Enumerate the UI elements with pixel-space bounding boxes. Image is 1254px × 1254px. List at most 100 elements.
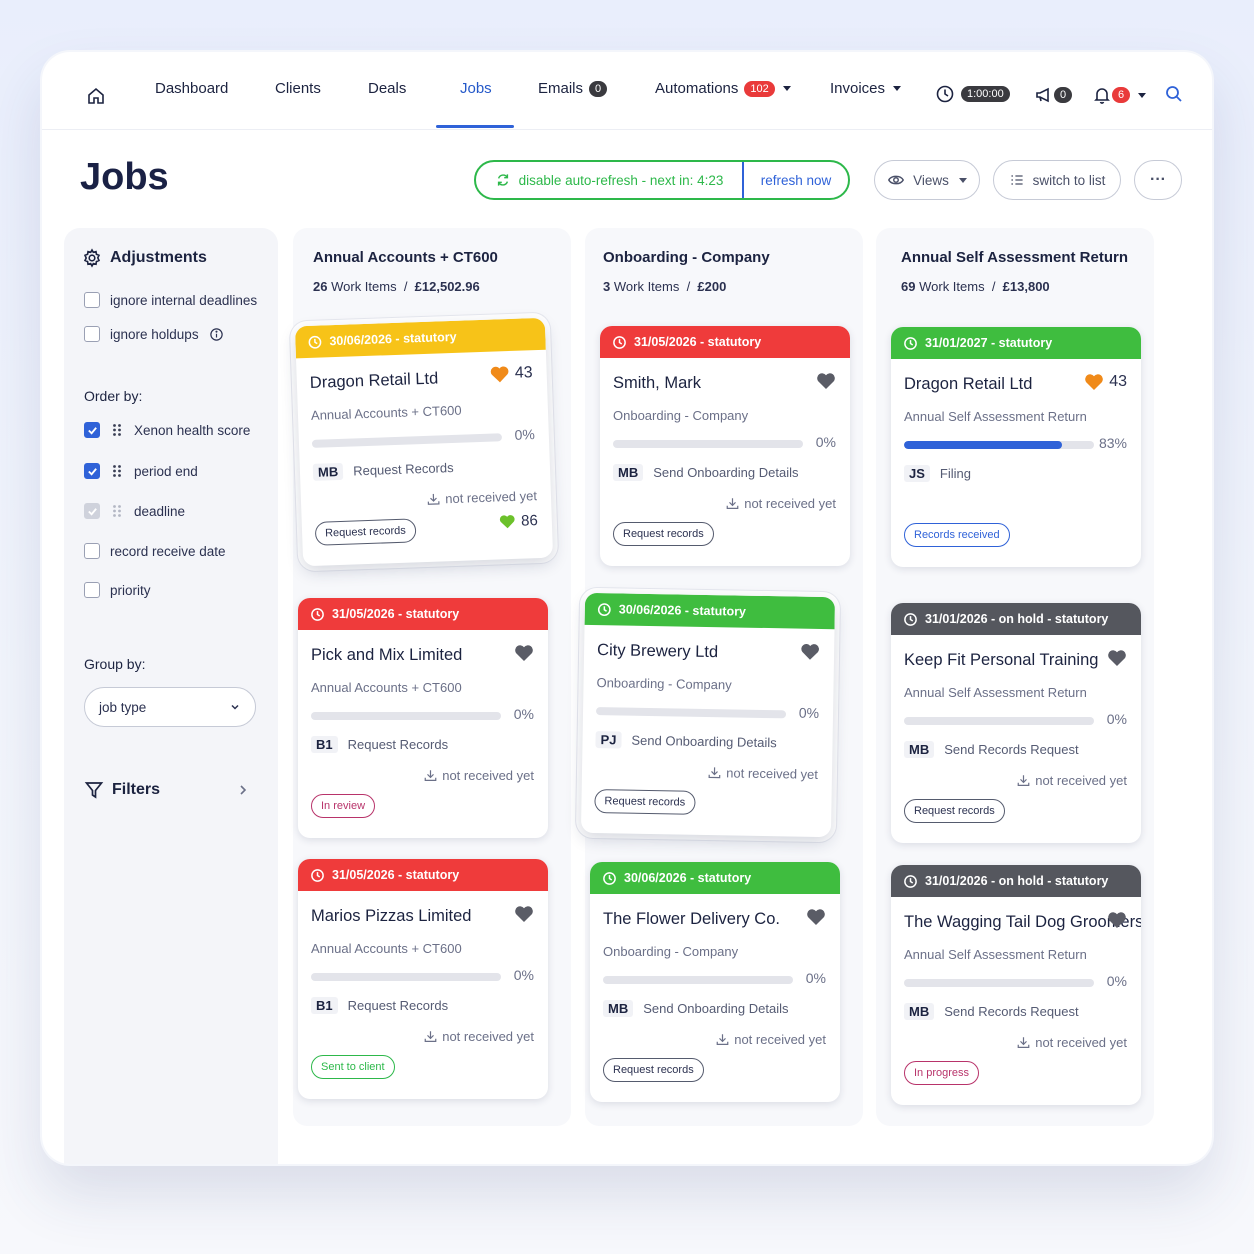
health-score: 43: [1109, 373, 1127, 390]
progress-percent: 0%: [815, 434, 836, 450]
nav-emails[interactable]: Emails 0: [538, 80, 608, 97]
group-by-select[interactable]: job type: [84, 687, 256, 727]
task-label: Send Onboarding Details: [653, 465, 799, 480]
order-label: deadline: [134, 503, 186, 519]
top-nav: Dashboard Clients Deals Jobs Emails 0 Aut…: [42, 52, 1212, 130]
checkbox-checked[interactable]: [84, 463, 100, 479]
order-label: record receive date: [110, 543, 226, 559]
home-icon[interactable]: [86, 86, 106, 106]
job-card[interactable]: 31/01/2027 - statutory Dragon Retail Ltd 4…: [891, 327, 1141, 567]
client-name: City Brewery Ltd: [596, 641, 719, 662]
job-card[interactable]: 30/06/2026 - statutory The Flower Deliver…: [590, 862, 840, 1102]
deadline-label: 31/01/2026 - on hold - statutory: [925, 874, 1109, 888]
deadline-label: 31/05/2026 - statutory: [634, 335, 762, 349]
drag-handle-icon[interactable]: [112, 464, 122, 478]
job-card[interactable]: 31/01/2026 - on hold - statutory Keep Fit…: [891, 603, 1141, 843]
progress-bar: [311, 973, 501, 981]
clock-icon: [311, 868, 324, 882]
status-button[interactable]: Records received: [904, 523, 1010, 547]
chevron-down-icon: [782, 86, 791, 91]
checkbox-checked[interactable]: [84, 422, 100, 438]
assignee-initials: B1: [311, 997, 338, 1014]
option-ignore-internal-deadlines[interactable]: ignore internal deadlines: [84, 292, 257, 308]
status-button[interactable]: In review: [311, 794, 376, 818]
option-ignore-holdups[interactable]: ignore holdups: [84, 326, 224, 342]
status-button[interactable]: Request records: [904, 799, 1005, 823]
job-card[interactable]: 31/05/2026 - statutory Pick and Mix Limit…: [298, 598, 548, 838]
heart-icon: [801, 644, 819, 660]
nav-deals[interactable]: Deals: [368, 80, 406, 97]
filters-toggle[interactable]: Filters: [84, 780, 250, 800]
progress-percent: 0%: [1106, 711, 1127, 727]
priority-heart[interactable]: [514, 644, 534, 662]
job-card[interactable]: 31/01/2026 - on hold - statutory The Wagg…: [891, 865, 1141, 1105]
deadline-header: 31/01/2026 - on hold - statutory: [891, 865, 1141, 897]
priority-heart[interactable]: [1107, 911, 1127, 929]
order-period-end[interactable]: period end: [84, 463, 198, 479]
nav-invoices[interactable]: Invoices: [830, 80, 902, 97]
more-options-button[interactable]: ···: [1134, 160, 1182, 200]
job-card[interactable]: 31/05/2026 - statutory Smith, Mark Onboard…: [600, 326, 850, 566]
download-icon: [1017, 1037, 1030, 1048]
priority-heart[interactable]: 43: [1084, 373, 1127, 391]
priority-heart[interactable]: [816, 372, 836, 390]
progress-bar: [311, 712, 501, 720]
priority-heart[interactable]: [800, 643, 820, 661]
status-button[interactable]: Request records: [314, 518, 417, 546]
order-record-receive-date[interactable]: record receive date: [84, 543, 226, 559]
deadline-label: 30/06/2026 - statutory: [618, 602, 747, 619]
checkbox[interactable]: [84, 292, 100, 308]
assignee-initials: JS: [904, 465, 930, 482]
progress-percent: 83%: [1098, 435, 1127, 451]
download-icon: [708, 767, 721, 779]
health-heart-icon: [500, 515, 515, 529]
priority-heart[interactable]: [514, 905, 534, 923]
progress-percent: 0%: [513, 706, 534, 722]
assignee-initials: MB: [603, 1000, 634, 1017]
order-label: Xenon health score: [134, 422, 251, 438]
job-card[interactable]: 30/06/2026 - statutory Dragon Retail Ltd 4…: [294, 317, 554, 567]
refresh-now-button[interactable]: refresh now: [744, 162, 848, 198]
priority-heart[interactable]: [806, 908, 826, 926]
order-label: priority: [110, 582, 151, 598]
group-by-label: Group by:: [84, 656, 146, 672]
nav-clients[interactable]: Clients: [275, 80, 321, 97]
clock-icon: [936, 85, 954, 103]
status-button[interactable]: In progress: [904, 1061, 980, 1085]
nav-clients-label: Clients: [275, 80, 321, 97]
switch-to-list-button[interactable]: switch to list: [993, 160, 1121, 200]
heart-icon: [1108, 912, 1126, 928]
notifications[interactable]: 6: [1092, 85, 1147, 105]
nav-dashboard[interactable]: Dashboard: [155, 80, 228, 97]
views-button[interactable]: Views: [874, 160, 980, 200]
clock-icon: [603, 871, 616, 885]
nav-jobs[interactable]: Jobs: [460, 80, 492, 97]
priority-heart[interactable]: 43: [490, 364, 533, 383]
job-card[interactable]: 30/06/2026 - statutory City Brewery Ltd On…: [580, 592, 836, 838]
checkbox[interactable]: [84, 582, 100, 598]
status-button[interactable]: Request records: [613, 522, 714, 546]
job-card[interactable]: 31/05/2026 - statutory Marios Pizzas Limi…: [298, 859, 548, 1099]
heart-icon: [515, 906, 533, 922]
info-icon[interactable]: [209, 327, 224, 342]
assignee-initials: MB: [312, 462, 344, 481]
drag-handle-icon[interactable]: [112, 423, 122, 437]
search-icon[interactable]: [1164, 84, 1184, 104]
priority-heart[interactable]: [1107, 649, 1127, 667]
order-priority[interactable]: priority: [84, 582, 151, 598]
checkbox[interactable]: [84, 326, 100, 342]
progress-bar: [613, 440, 803, 448]
status-button[interactable]: Request records: [603, 1058, 704, 1082]
status-button[interactable]: Sent to client: [311, 1055, 395, 1079]
megaphone-icon: [1036, 87, 1049, 103]
page-title: Jobs: [80, 156, 169, 198]
status-button[interactable]: Request records: [594, 789, 696, 815]
deadline-header: 30/06/2026 - statutory: [584, 592, 836, 630]
timer[interactable]: 1:00:00: [935, 84, 1010, 104]
disable-auto-refresh-button[interactable]: disable auto-refresh - next in: 4:23: [476, 162, 744, 198]
checkbox[interactable]: [84, 543, 100, 559]
nav-automations[interactable]: Automations 102: [655, 80, 791, 97]
order-xenon-health-score[interactable]: Xenon health score: [84, 422, 250, 438]
announcements[interactable]: 0: [1034, 85, 1073, 105]
current-task: MB Send Onboarding Details: [603, 1000, 788, 1017]
